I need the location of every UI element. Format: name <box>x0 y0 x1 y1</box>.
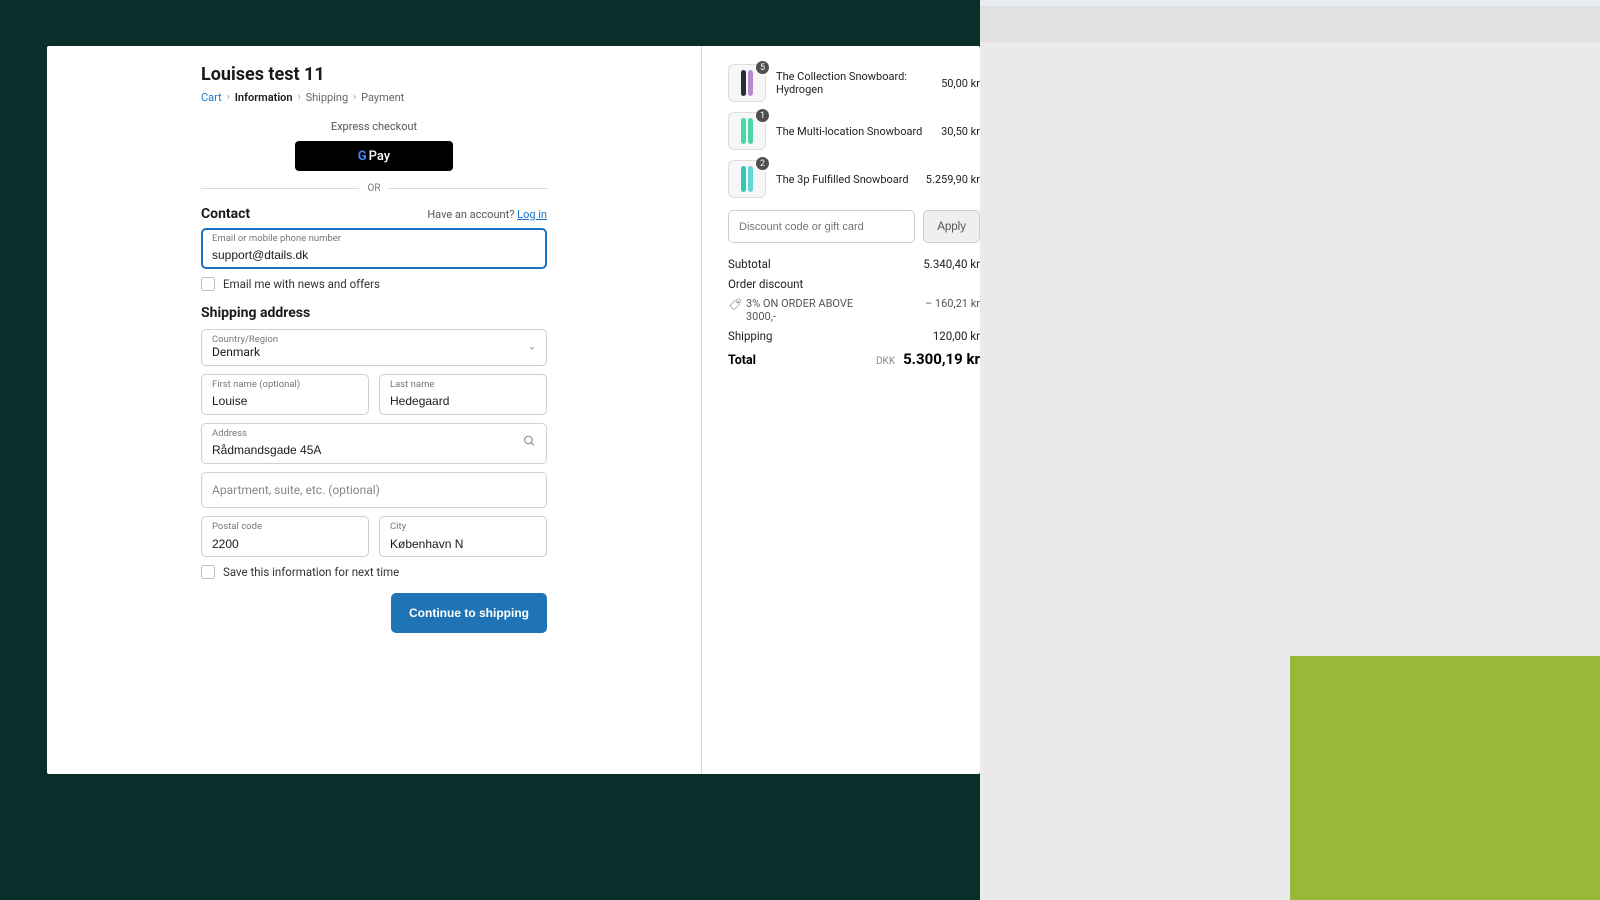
checkbox-icon <box>201 277 215 291</box>
accent-block <box>1290 656 1600 900</box>
line-item: 1 The Multi-location Snowboard 30,50 kr <box>728 112 980 150</box>
chevron-right-icon: › <box>227 92 230 103</box>
city-input[interactable] <box>390 537 536 553</box>
postal-field[interactable]: Postal code <box>201 516 369 557</box>
google-pay-button[interactable]: G Pay <box>295 141 453 171</box>
last-name-field[interactable]: Last name <box>379 374 547 415</box>
chevron-right-icon: › <box>298 92 301 103</box>
email-field[interactable]: Email or mobile phone number <box>201 228 547 269</box>
postal-input[interactable] <box>212 537 358 553</box>
checkout-sheet: Louises test 11 Cart › Information › Shi… <box>47 46 980 774</box>
product-price: 50,00 kr <box>941 77 980 90</box>
subtotal-value: 5.340,40 kr <box>923 257 980 271</box>
chevron-right-icon: › <box>353 92 356 103</box>
product-thumb: 1 <box>728 112 766 150</box>
search-icon <box>523 435 536 452</box>
tag-icon: 🏷 <box>728 298 741 312</box>
discount-input[interactable] <box>739 221 904 233</box>
discount-field[interactable] <box>728 210 915 243</box>
login-link[interactable]: Log in <box>517 208 547 221</box>
breadcrumb-information: Information <box>235 91 293 104</box>
total-currency: DKK <box>876 356 895 367</box>
product-price: 5.259,90 kr <box>926 173 980 186</box>
total-label: Total <box>728 353 756 368</box>
address-field[interactable]: Address <box>201 423 547 464</box>
subtotal-label: Subtotal <box>728 257 771 271</box>
last-name-input[interactable] <box>390 394 536 410</box>
qty-badge: 1 <box>756 109 769 122</box>
line-item: 5 The Collection Snowboard: Hydrogen 50,… <box>728 64 980 102</box>
breadcrumb-cart[interactable]: Cart <box>201 91 222 104</box>
google-icon: G <box>358 149 367 164</box>
line-item: 2 The 3p Fulfilled Snowboard 5.259,90 kr <box>728 160 980 198</box>
or-divider: OR <box>201 183 547 194</box>
first-name-field[interactable]: First name (optional) <box>201 374 369 415</box>
breadcrumb: Cart › Information › Shipping › Payment <box>201 91 547 104</box>
save-info-checkbox[interactable]: Save this information for next time <box>201 565 547 579</box>
news-checkbox[interactable]: Email me with news and offers <box>201 277 547 291</box>
email-input[interactable] <box>212 248 536 264</box>
order-discount-label: Order discount <box>728 277 803 291</box>
shipping-value: 120,00 kr <box>933 329 980 343</box>
total-value: 5.300,19 kr <box>903 350 980 368</box>
product-thumb: 5 <box>728 64 766 102</box>
address-input[interactable] <box>212 443 536 459</box>
city-field[interactable]: City <box>379 516 547 557</box>
checkbox-icon <box>201 565 215 579</box>
express-checkout-label: Express checkout <box>201 120 547 133</box>
qty-badge: 5 <box>756 61 769 74</box>
shipping-label: Shipping <box>728 329 772 343</box>
product-name: The 3p Fulfilled Snowboard <box>776 173 916 186</box>
product-name: The Multi-location Snowboard <box>776 125 931 138</box>
discount-tag: 🏷 3% ON ORDER ABOVE 3000,- <box>728 297 868 323</box>
order-summary: 5 The Collection Snowboard: Hydrogen 50,… <box>728 64 980 368</box>
product-thumb: 2 <box>728 160 766 198</box>
qty-badge: 2 <box>756 157 769 170</box>
discount-value: – 160,21 kr <box>925 297 980 323</box>
product-name: The Collection Snowboard: Hydrogen <box>776 70 931 96</box>
contact-title: Contact <box>201 206 250 222</box>
chevron-down-icon: ⌄ <box>528 342 536 353</box>
continue-button[interactable]: Continue to shipping <box>391 593 547 633</box>
have-account-text: Have an account? Log in <box>427 208 547 221</box>
first-name-input[interactable] <box>212 394 358 410</box>
country-select[interactable]: Country/Region Denmark ⌄ <box>201 329 547 366</box>
breadcrumb-shipping: Shipping <box>306 91 349 104</box>
apartment-field[interactable]: Apartment, suite, etc. (optional) <box>201 472 547 508</box>
store-title: Louises test 11 <box>201 64 547 85</box>
product-price: 30,50 kr <box>941 125 980 138</box>
shipping-title: Shipping address <box>201 305 547 321</box>
breadcrumb-payment: Payment <box>361 91 404 104</box>
apply-button[interactable]: Apply <box>923 210 980 243</box>
